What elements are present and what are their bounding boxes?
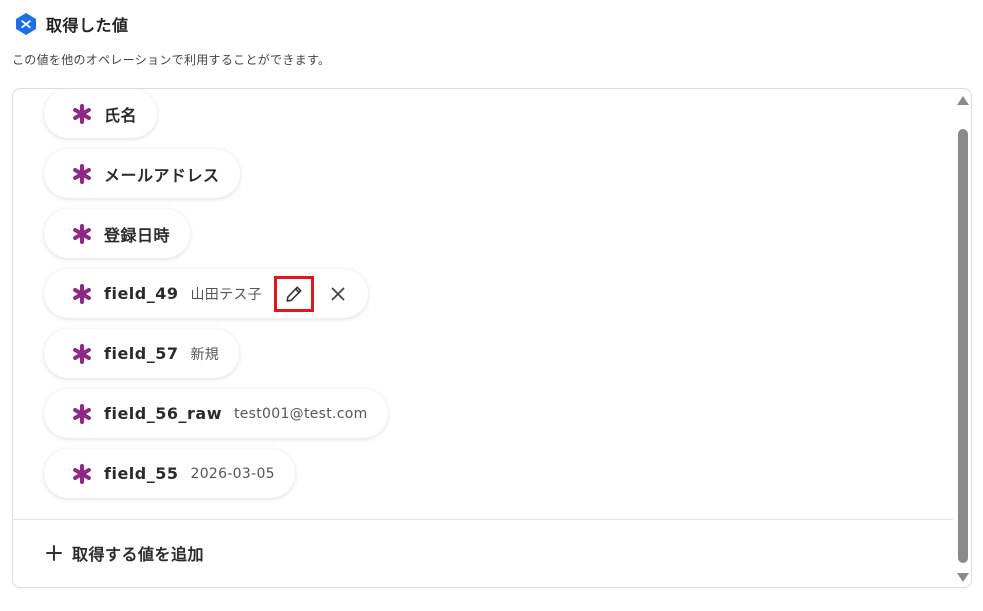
asterisk-icon	[73, 403, 91, 424]
delete-button[interactable]	[324, 280, 352, 308]
value-sample: 2026-03-05	[190, 465, 275, 482]
scroll-down-arrow-icon[interactable]	[956, 571, 970, 583]
add-value-label: 取得する値を追加	[72, 545, 205, 564]
value-chip-field-56-raw[interactable]: field_56_raw test001@test.com	[44, 389, 388, 438]
values-list: 氏名 メールアドレス 登録日時 field_49 山田テス子 field_57 …	[13, 89, 953, 519]
asterisk-icon	[73, 343, 91, 364]
value-chip-email[interactable]: メールアドレス	[44, 149, 240, 198]
asterisk-icon	[73, 223, 91, 244]
scrollbar[interactable]	[955, 89, 971, 587]
section-title: 取得した値	[46, 16, 129, 35]
value-sample: 山田テス子	[190, 286, 262, 303]
value-chip-field-55[interactable]: field_55 2026-03-05	[44, 449, 295, 498]
value-chip-registered-at[interactable]: 登録日時	[44, 209, 191, 258]
value-name: 氏名	[104, 105, 138, 125]
scrollbar-thumb[interactable]	[958, 129, 968, 563]
close-icon	[331, 287, 345, 300]
values-panel: 氏名 メールアドレス 登録日時 field_49 山田テス子 field_57 …	[12, 88, 972, 588]
value-chip-field-57[interactable]: field_57 新規	[44, 329, 240, 378]
value-chip-field-49[interactable]: field_49 山田テス子	[44, 269, 368, 318]
pencil-icon	[286, 286, 302, 302]
value-name: field_57	[104, 344, 179, 363]
scroll-up-arrow-icon[interactable]	[956, 95, 970, 107]
value-name: 登録日時	[104, 225, 171, 245]
divider	[13, 519, 953, 520]
hexagon-badge-icon	[16, 13, 36, 35]
asterisk-icon	[73, 283, 91, 304]
value-sample: test001@test.com	[233, 405, 368, 422]
plus-icon	[46, 545, 62, 561]
section-header: 取得した値	[14, 12, 129, 36]
value-name: メールアドレス	[104, 165, 220, 185]
value-chip-shimei[interactable]: 氏名	[44, 89, 158, 138]
value-name: field_55	[104, 464, 179, 483]
value-name: field_49	[104, 284, 179, 303]
edit-button[interactable]	[274, 275, 314, 312]
asterisk-icon	[73, 463, 91, 484]
asterisk-icon	[73, 163, 91, 184]
value-name: field_56_raw	[104, 404, 222, 423]
value-sample: 新規	[190, 346, 220, 363]
add-value-button[interactable]: 取得する値を追加	[46, 541, 204, 565]
section-description: この値を他のオペレーションで利用することができます。	[12, 53, 331, 67]
asterisk-icon	[73, 103, 91, 124]
